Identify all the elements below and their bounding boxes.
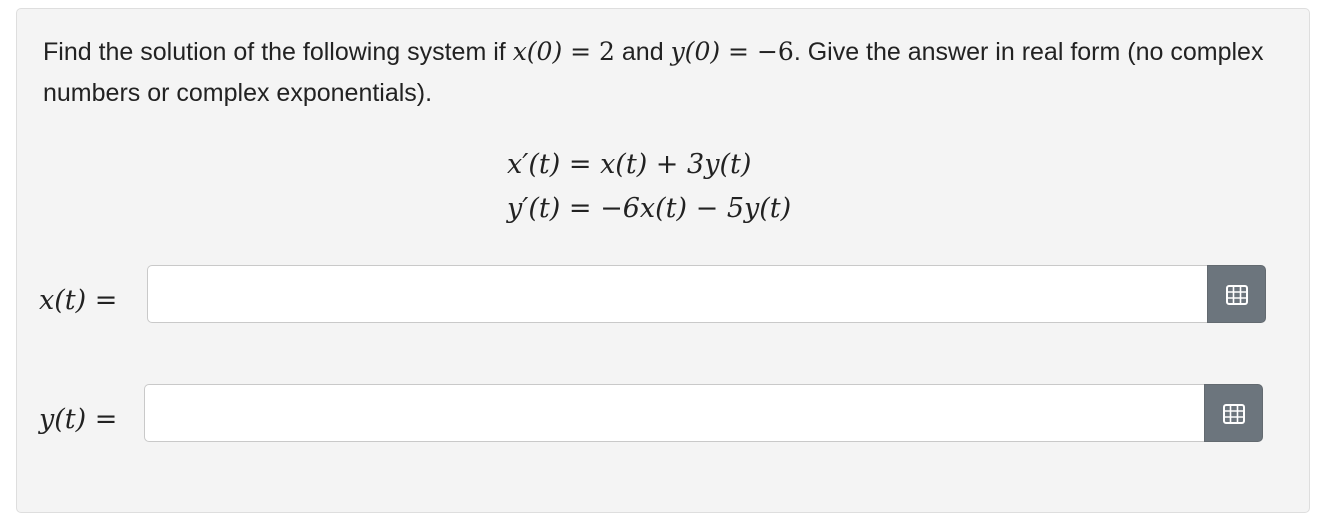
equation-x-lhs: x′(t)	[507, 149, 561, 180]
x0-expression: x(0)	[512, 37, 563, 66]
equation-y-lhs: y′(t)	[507, 193, 561, 224]
answer-row-x: x(t) =	[17, 265, 1311, 325]
answer-row-y: y(t) =	[17, 384, 1311, 444]
y0-expression: y(0)	[670, 37, 721, 66]
equation-x: x′(t) = x(t) + 3y(t)	[507, 143, 791, 187]
matrix-button-y[interactable]	[1204, 384, 1263, 442]
x0-equals: =	[562, 37, 600, 66]
answer-input-y[interactable]	[144, 384, 1204, 442]
answer-input-x[interactable]	[147, 265, 1207, 323]
equation-y-equals: =	[560, 193, 601, 224]
question-prompt: Find the solution of the following syste…	[43, 31, 1293, 114]
y0-value: −6	[756, 37, 794, 66]
equation-y: y′(t) = −6x(t) − 5y(t)	[507, 187, 791, 231]
answer-label-y: y(t) =	[39, 404, 118, 435]
matrix-grid-icon	[1223, 404, 1245, 424]
x0-value: 2	[599, 37, 615, 66]
matrix-button-x[interactable]	[1207, 265, 1266, 323]
differential-equations: x′(t) = x(t) + 3y(t) y′(t) = −6x(t) − 5y…	[507, 143, 791, 231]
question-card: Find the solution of the following syste…	[16, 8, 1310, 513]
prompt-and: and	[614, 38, 671, 66]
equation-y-rhs: −6x(t) − 5y(t)	[600, 193, 792, 224]
prompt-text-start: Find the solution of the following syste…	[43, 38, 513, 66]
answer-label-x: x(t) =	[39, 285, 118, 316]
matrix-grid-icon	[1226, 285, 1248, 305]
equation-x-rhs: x(t) + 3y(t)	[600, 149, 752, 180]
y0-equals: =	[720, 37, 757, 66]
equation-x-equals: =	[560, 149, 601, 180]
